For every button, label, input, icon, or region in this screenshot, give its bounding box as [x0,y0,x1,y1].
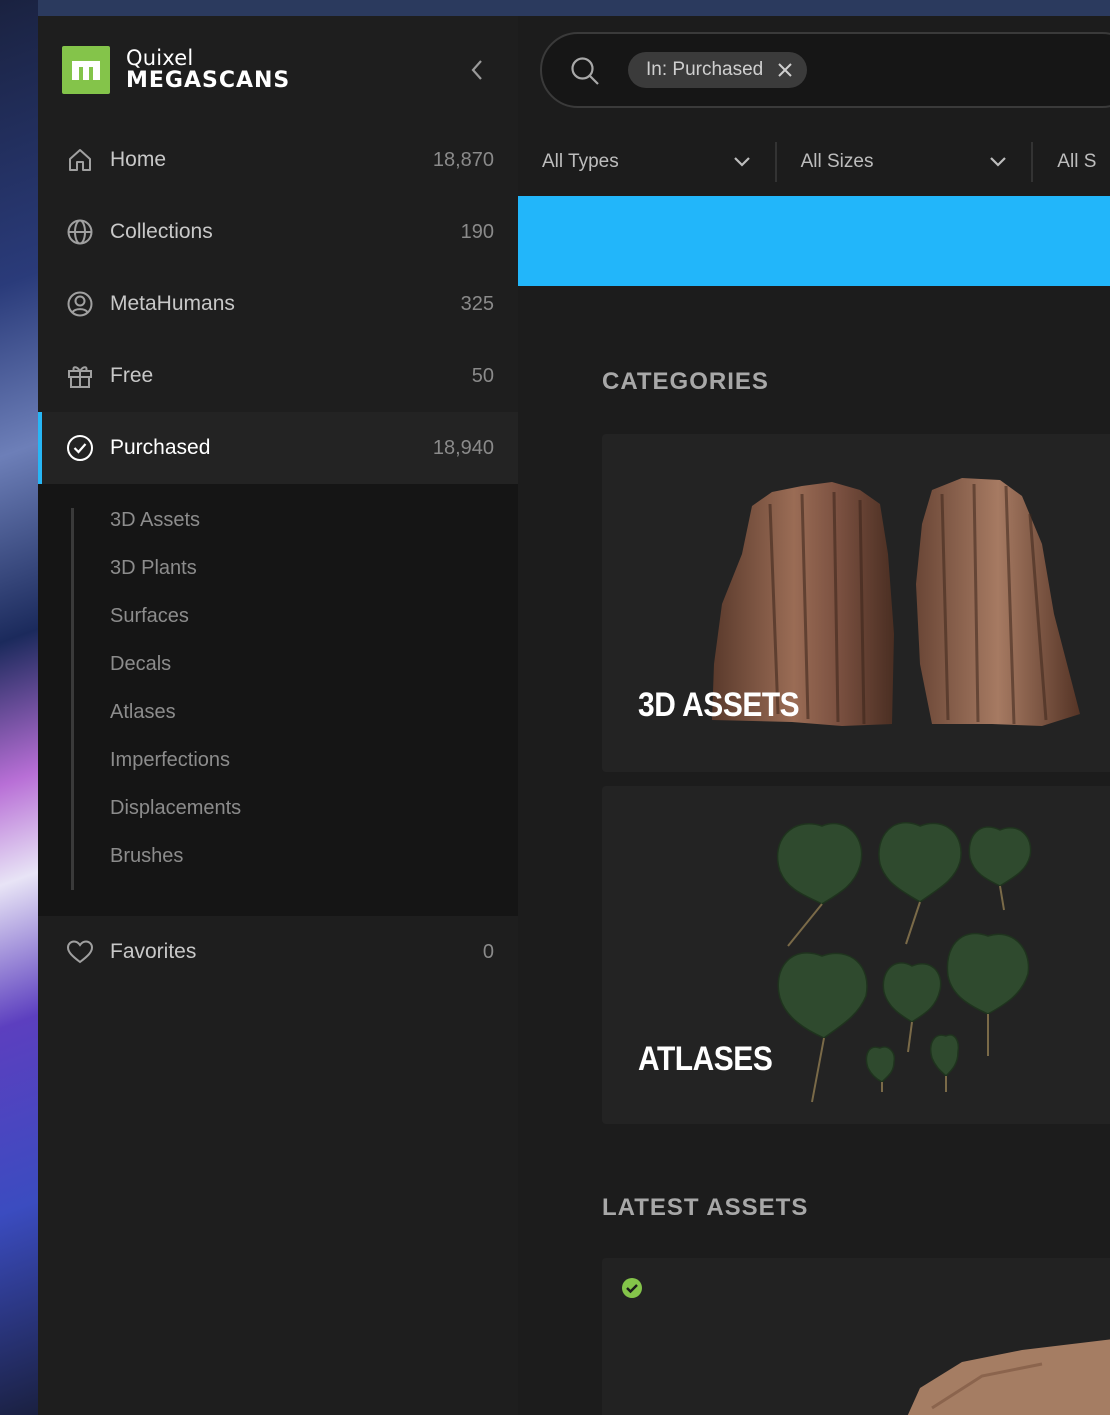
chevron-down-icon [990,157,1007,167]
category-card-label: 3D ASSETS [638,686,800,724]
sidebar-item-label: Favorites [110,940,197,963]
heart-icon [66,938,94,966]
category-card-label: ATLASES [638,1040,773,1078]
categories-heading: CATEGORIES [602,368,769,395]
brand-wordmark: Quixel MEGASCANS [126,48,290,92]
promo-banner[interactable] [518,196,1110,286]
subnav-item-displacements[interactable]: Displacements [38,784,518,832]
third-filter-value: All S [1057,151,1097,172]
filter-chip-label: In: Purchased [646,59,764,80]
sidebar-item-label: Purchased [110,436,211,459]
purchased-subnav: 3D Assets 3D Plants Surfaces Decals Atla… [38,484,518,916]
brand-name-bottom: MEGASCANS [126,68,291,93]
sidebar-item-purchased[interactable]: Purchased 18,940 [38,412,518,484]
subnav-item-brushes[interactable]: Brushes [38,832,518,880]
check-circle-icon [66,434,94,462]
search-icon[interactable] [570,56,600,90]
gift-icon [66,362,94,390]
third-filter-dropdown[interactable]: All S [1031,142,1110,182]
size-filter-value: All Sizes [800,151,874,172]
sidebar-item-label: MetaHumans [110,292,235,315]
brand-name-top: Quixel [126,46,194,70]
latest-assets-heading: LATEST ASSETS [602,1194,809,1221]
subnav-item-imperfections[interactable]: Imperfections [38,736,518,784]
close-icon[interactable] [777,62,793,78]
sidebar-item-count: 18,940 [432,436,494,459]
chevron-left-icon [471,60,482,80]
search-bar[interactable]: In: Purchased [540,32,1110,108]
filter-bar: All Types All Sizes All S [518,128,1110,196]
sidebar-item-count: 50 [471,364,494,387]
category-card-atlases[interactable]: ATLASES [602,786,1110,1124]
sidebar-item-label: Home [110,148,167,171]
sidebar-item-free[interactable]: Free 50 [38,340,518,412]
subnav-item-3d-assets[interactable]: 3D Assets [38,496,518,544]
subnav-divider [71,508,74,890]
type-filter-value: All Types [542,151,619,172]
window-top-bar [38,0,1110,16]
chevron-down-icon [733,157,750,167]
home-icon [66,146,94,174]
sidebar-nav: Home 18,870 Collections 190 MetaHumans 3… [38,124,518,988]
sidebar-item-count: 325 [460,292,494,315]
filter-chip-purchased[interactable]: In: Purchased [628,52,808,88]
sidebar-item-home[interactable]: Home 18,870 [38,124,518,196]
sidebar-item-label: Free [110,364,154,387]
sidebar-item-favorites[interactable]: Favorites 0 [38,916,518,988]
sidebar-item-collections[interactable]: Collections 190 [38,196,518,268]
sidebar: Quixel MEGASCANS Home 18,870 Collections… [38,16,518,1415]
user-circle-icon [66,290,94,318]
category-card-3d-assets[interactable]: 3D ASSETS [602,434,1110,772]
collapse-sidebar-button[interactable] [466,58,488,82]
latest-asset-card[interactable] [602,1258,1110,1415]
sidebar-item-count: 18,870 [432,148,494,171]
subnav-item-decals[interactable]: Decals [38,640,518,688]
sidebar-item-metahumans[interactable]: MetaHumans 325 [38,268,518,340]
sidebar-item-count: 190 [460,220,494,243]
brand-logo[interactable]: Quixel MEGASCANS [62,46,290,94]
subnav-item-atlases[interactable]: Atlases [38,688,518,736]
subnav-item-3d-plants[interactable]: 3D Plants [38,544,518,592]
main-content: In: Purchased All Types All Sizes All S … [518,16,1110,1415]
sidebar-item-count: 0 [482,940,494,963]
subnav-item-surfaces[interactable]: Surfaces [38,592,518,640]
megascans-logo-icon [62,46,110,94]
globe-icon [66,218,94,246]
size-filter-dropdown[interactable]: All Sizes [774,142,1032,182]
sidebar-item-label: Collections [110,220,213,243]
asset-thumbnail-image [907,1339,1110,1415]
desktop-background [0,0,38,1415]
type-filter-dropdown[interactable]: All Types [518,142,775,182]
